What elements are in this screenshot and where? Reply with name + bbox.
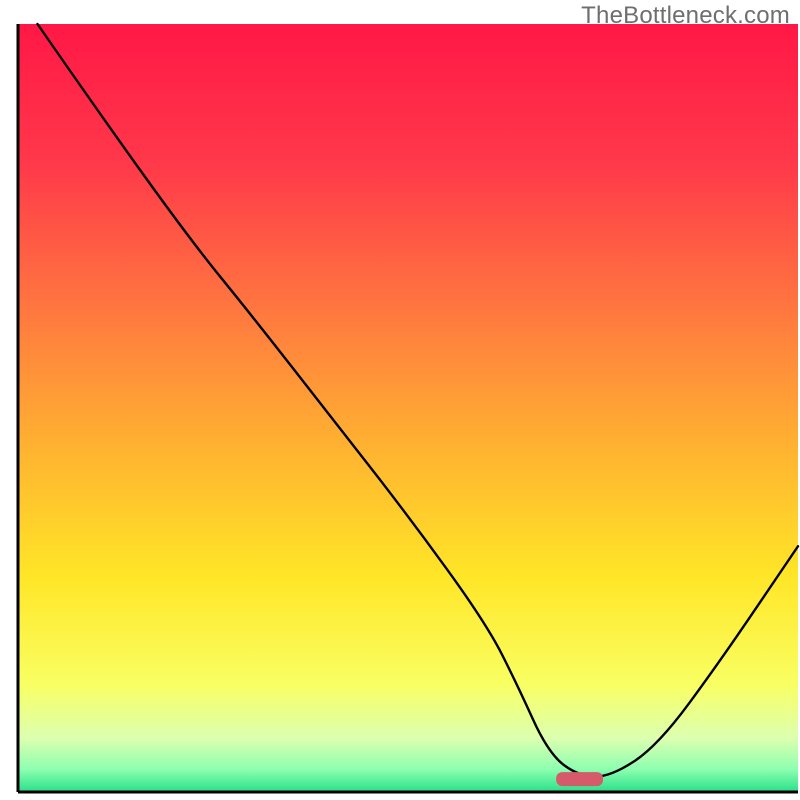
bottleneck-chart <box>0 0 800 800</box>
plot-background <box>18 24 798 792</box>
chart-stage: TheBottleneck.com <box>0 0 800 800</box>
optimum-marker <box>556 772 603 786</box>
